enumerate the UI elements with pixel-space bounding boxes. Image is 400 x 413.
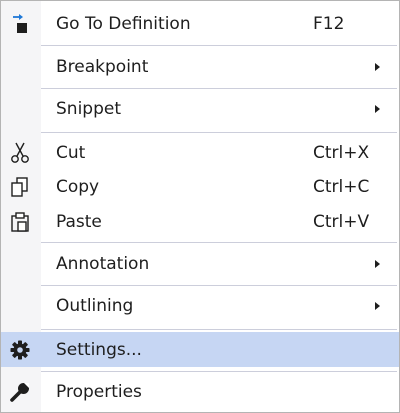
submenu-arrow-icon (375, 105, 380, 113)
menu-item-outlining[interactable]: Outlining (1, 286, 399, 326)
copy-icon (8, 175, 32, 199)
menu-item-breakpoint[interactable]: Breakpoint (1, 47, 399, 87)
menu-item-cut[interactable]: Cut Ctrl+X (1, 135, 399, 170)
menu-item-label: Paste (56, 211, 102, 232)
gear-icon (8, 338, 32, 362)
menu-separator (41, 371, 397, 372)
menu-item-copy[interactable]: Copy Ctrl+C (1, 170, 399, 204)
menu-item-label: Annotation (56, 254, 150, 274)
go-to-definition-icon (8, 12, 32, 36)
menu-item-snippet[interactable]: Snippet (1, 89, 399, 129)
menu-separator (41, 329, 397, 330)
menu-item-label: Settings... (56, 339, 142, 360)
menu-item-label: Cut (56, 142, 86, 163)
submenu-arrow-icon (375, 260, 380, 268)
menu-separator (41, 45, 397, 46)
menu-separator (41, 242, 397, 243)
menu-item-properties[interactable]: Properties (1, 373, 399, 410)
menu-item-label: Copy (56, 177, 100, 197)
menu-item-label: Snippet (56, 99, 121, 119)
menu-item-label: Go To Definition (56, 14, 191, 34)
menu-item-label: Breakpoint (56, 57, 149, 77)
wrench-icon (8, 380, 32, 404)
menu-item-annotation[interactable]: Annotation (1, 244, 399, 284)
shortcut-text: Ctrl+V (313, 211, 370, 232)
menu-item-paste[interactable]: Paste Ctrl+V (1, 204, 399, 239)
shortcut-text: F12 (313, 14, 345, 34)
shortcut-text: Ctrl+C (313, 177, 370, 197)
menu-separator (41, 132, 397, 133)
scissors-icon (8, 141, 32, 165)
menu-item-settings[interactable]: Settings... (1, 332, 399, 367)
paste-icon (8, 210, 32, 234)
menu-item-label: Outlining (56, 296, 134, 316)
shortcut-text: Ctrl+X (313, 142, 370, 163)
submenu-arrow-icon (375, 302, 380, 310)
menu-item-go-to-definition[interactable]: Go To Definition F12 (1, 5, 399, 43)
context-menu: Go To Definition F12 Breakpoint Snippet … (0, 0, 400, 413)
menu-item-label: Properties (56, 381, 142, 402)
submenu-arrow-icon (375, 63, 380, 71)
